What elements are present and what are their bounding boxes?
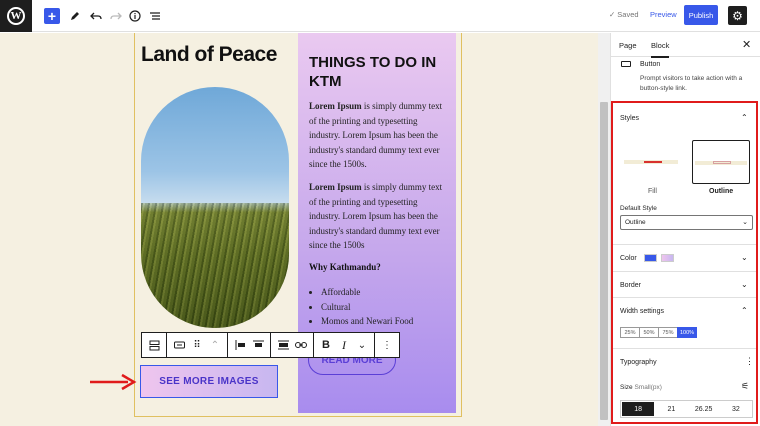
chevron-up-down-icon: ⌃ [210,339,220,351]
button-block-icon [173,341,185,349]
settings-button[interactable]: ⚙ [728,6,747,25]
landscape-image[interactable] [141,87,289,328]
undo-icon [90,12,102,20]
block-options-button[interactable]: ⋮ [378,334,396,356]
more-vertical-icon: ⋮ [382,339,392,351]
pencil-icon [71,12,79,20]
buttons-block-icon [149,340,159,350]
saved-status: ✓ Saved [609,10,639,19]
vertical-align-button[interactable] [249,334,267,356]
list-item: Cultural [321,300,413,315]
reasons-list[interactable]: Affordable Cultural Momos and Newari Foo… [321,285,413,329]
bold-button[interactable]: B [317,334,335,356]
block-toolbar-options-group: ⋮ [375,333,399,357]
chevron-down-icon: ⌄ [357,339,367,351]
sidebar-scrollbar-thumb[interactable] [600,102,608,420]
block-toolbar: ⠿ ⌃ B I ⌄ ⋮ [141,332,400,358]
see-more-images-button[interactable]: SEE MORE IMAGES [140,365,278,398]
tab-page[interactable]: Page [619,41,637,50]
wordpress-icon: W [7,7,25,25]
close-icon: ✕ [742,39,752,51]
list-view-button[interactable] [146,7,164,25]
publish-button[interactable]: Publish [684,5,718,25]
align-top-icon [252,340,264,347]
grass-texture [141,202,289,328]
align-wide-icon [277,340,289,350]
link-icon [295,342,307,348]
info-icon [129,10,141,22]
edit-tool-button[interactable] [66,7,84,25]
link-button[interactable] [292,334,310,356]
block-card-description: Prompt visitors to take action with a bu… [640,75,743,92]
land-title-heading[interactable]: Land of Peace [141,43,277,67]
block-toolbar-format-group: B I ⌄ [314,333,375,357]
things-to-do-heading[interactable]: THINGS TO DO IN KTM [309,53,449,91]
close-sidebar-button[interactable]: ✕ [742,38,751,51]
drag-handle-icon: ⠿ [193,339,201,351]
align-button[interactable] [274,334,292,356]
block-toolbar-parent-group [142,333,167,357]
list-item: Affordable [321,285,413,300]
block-toolbar-align-group [228,333,271,357]
drag-handle[interactable]: ⠿ [188,334,206,356]
paragraph-2[interactable]: Lorem Ipsum is simply dummy text of the … [309,180,449,253]
justify-left-icon [235,340,245,350]
button-block-type-button[interactable] [170,334,188,356]
button-block-icon [621,61,631,67]
tab-block[interactable]: Block [651,41,670,58]
check-icon: ✓ [609,10,616,19]
highlight-frame [611,101,758,424]
list-view-icon [150,12,160,20]
why-kathmandu-heading[interactable]: Why Kathmandu? [309,262,381,272]
details-button[interactable] [126,7,144,25]
italic-icon: I [342,337,346,352]
redo-icon [110,12,122,20]
move-up-down-button[interactable]: ⌃ [206,334,224,356]
select-parent-button[interactable] [145,334,163,356]
wordpress-logo-button[interactable]: W [0,0,32,32]
undo-button[interactable] [87,7,105,25]
justify-left-button[interactable] [231,334,249,356]
more-formats-button[interactable]: ⌄ [353,334,371,356]
sidebar-tabs: Page Block [610,33,760,58]
block-toolbar-link-group [271,333,314,357]
paragraph-1[interactable]: Lorem Ipsum is simply dummy text of the … [309,99,449,172]
block-toolbar-block-group: ⠿ ⌃ [167,333,228,357]
list-item: Momos and Newari Food [321,314,413,329]
red-arrow-annotation [90,373,137,391]
block-card-title: Button [640,61,661,68]
redo-button[interactable] [107,7,125,25]
italic-button[interactable]: I [335,334,353,356]
editor-top-bar: W + ✓ Saved Preview Publish ⚙ [0,0,760,32]
preview-button[interactable]: Preview [650,10,677,19]
gear-icon: ⚙ [732,8,743,23]
add-block-button[interactable]: + [44,8,60,24]
bold-icon: B [322,339,330,351]
